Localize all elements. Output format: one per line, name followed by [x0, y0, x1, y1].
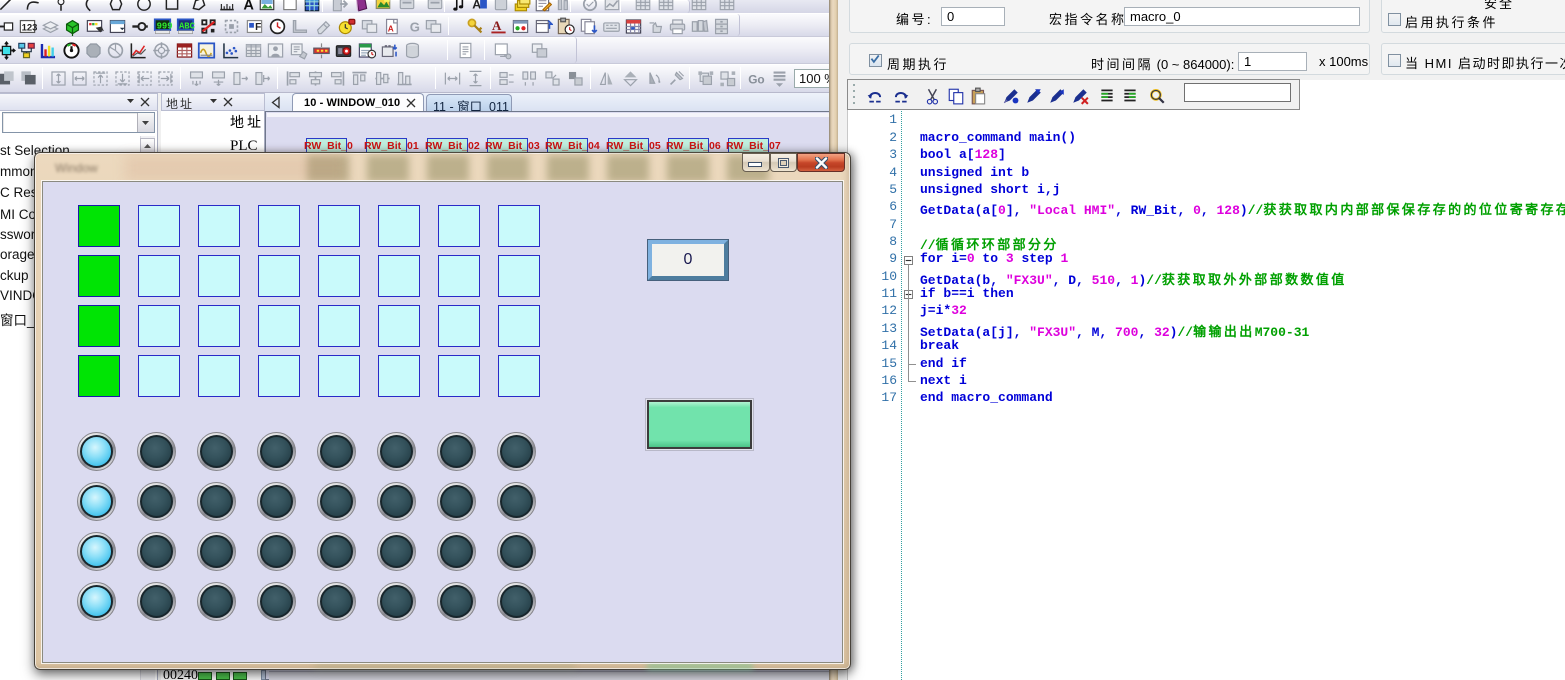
svg-text:Go: Go	[748, 72, 764, 86]
svg-text:G: G	[410, 19, 420, 34]
svg-text:A: A	[492, 18, 502, 33]
svg-text:999: 999	[157, 21, 172, 31]
svg-text:123: 123	[22, 23, 37, 34]
svg-text:ABC: ABC	[179, 21, 195, 31]
svg-text:A: A	[243, 0, 254, 13]
svg-text:F: F	[255, 22, 261, 33]
svg-text:A: A	[388, 23, 394, 33]
svg-text:A: A	[472, 0, 481, 12]
